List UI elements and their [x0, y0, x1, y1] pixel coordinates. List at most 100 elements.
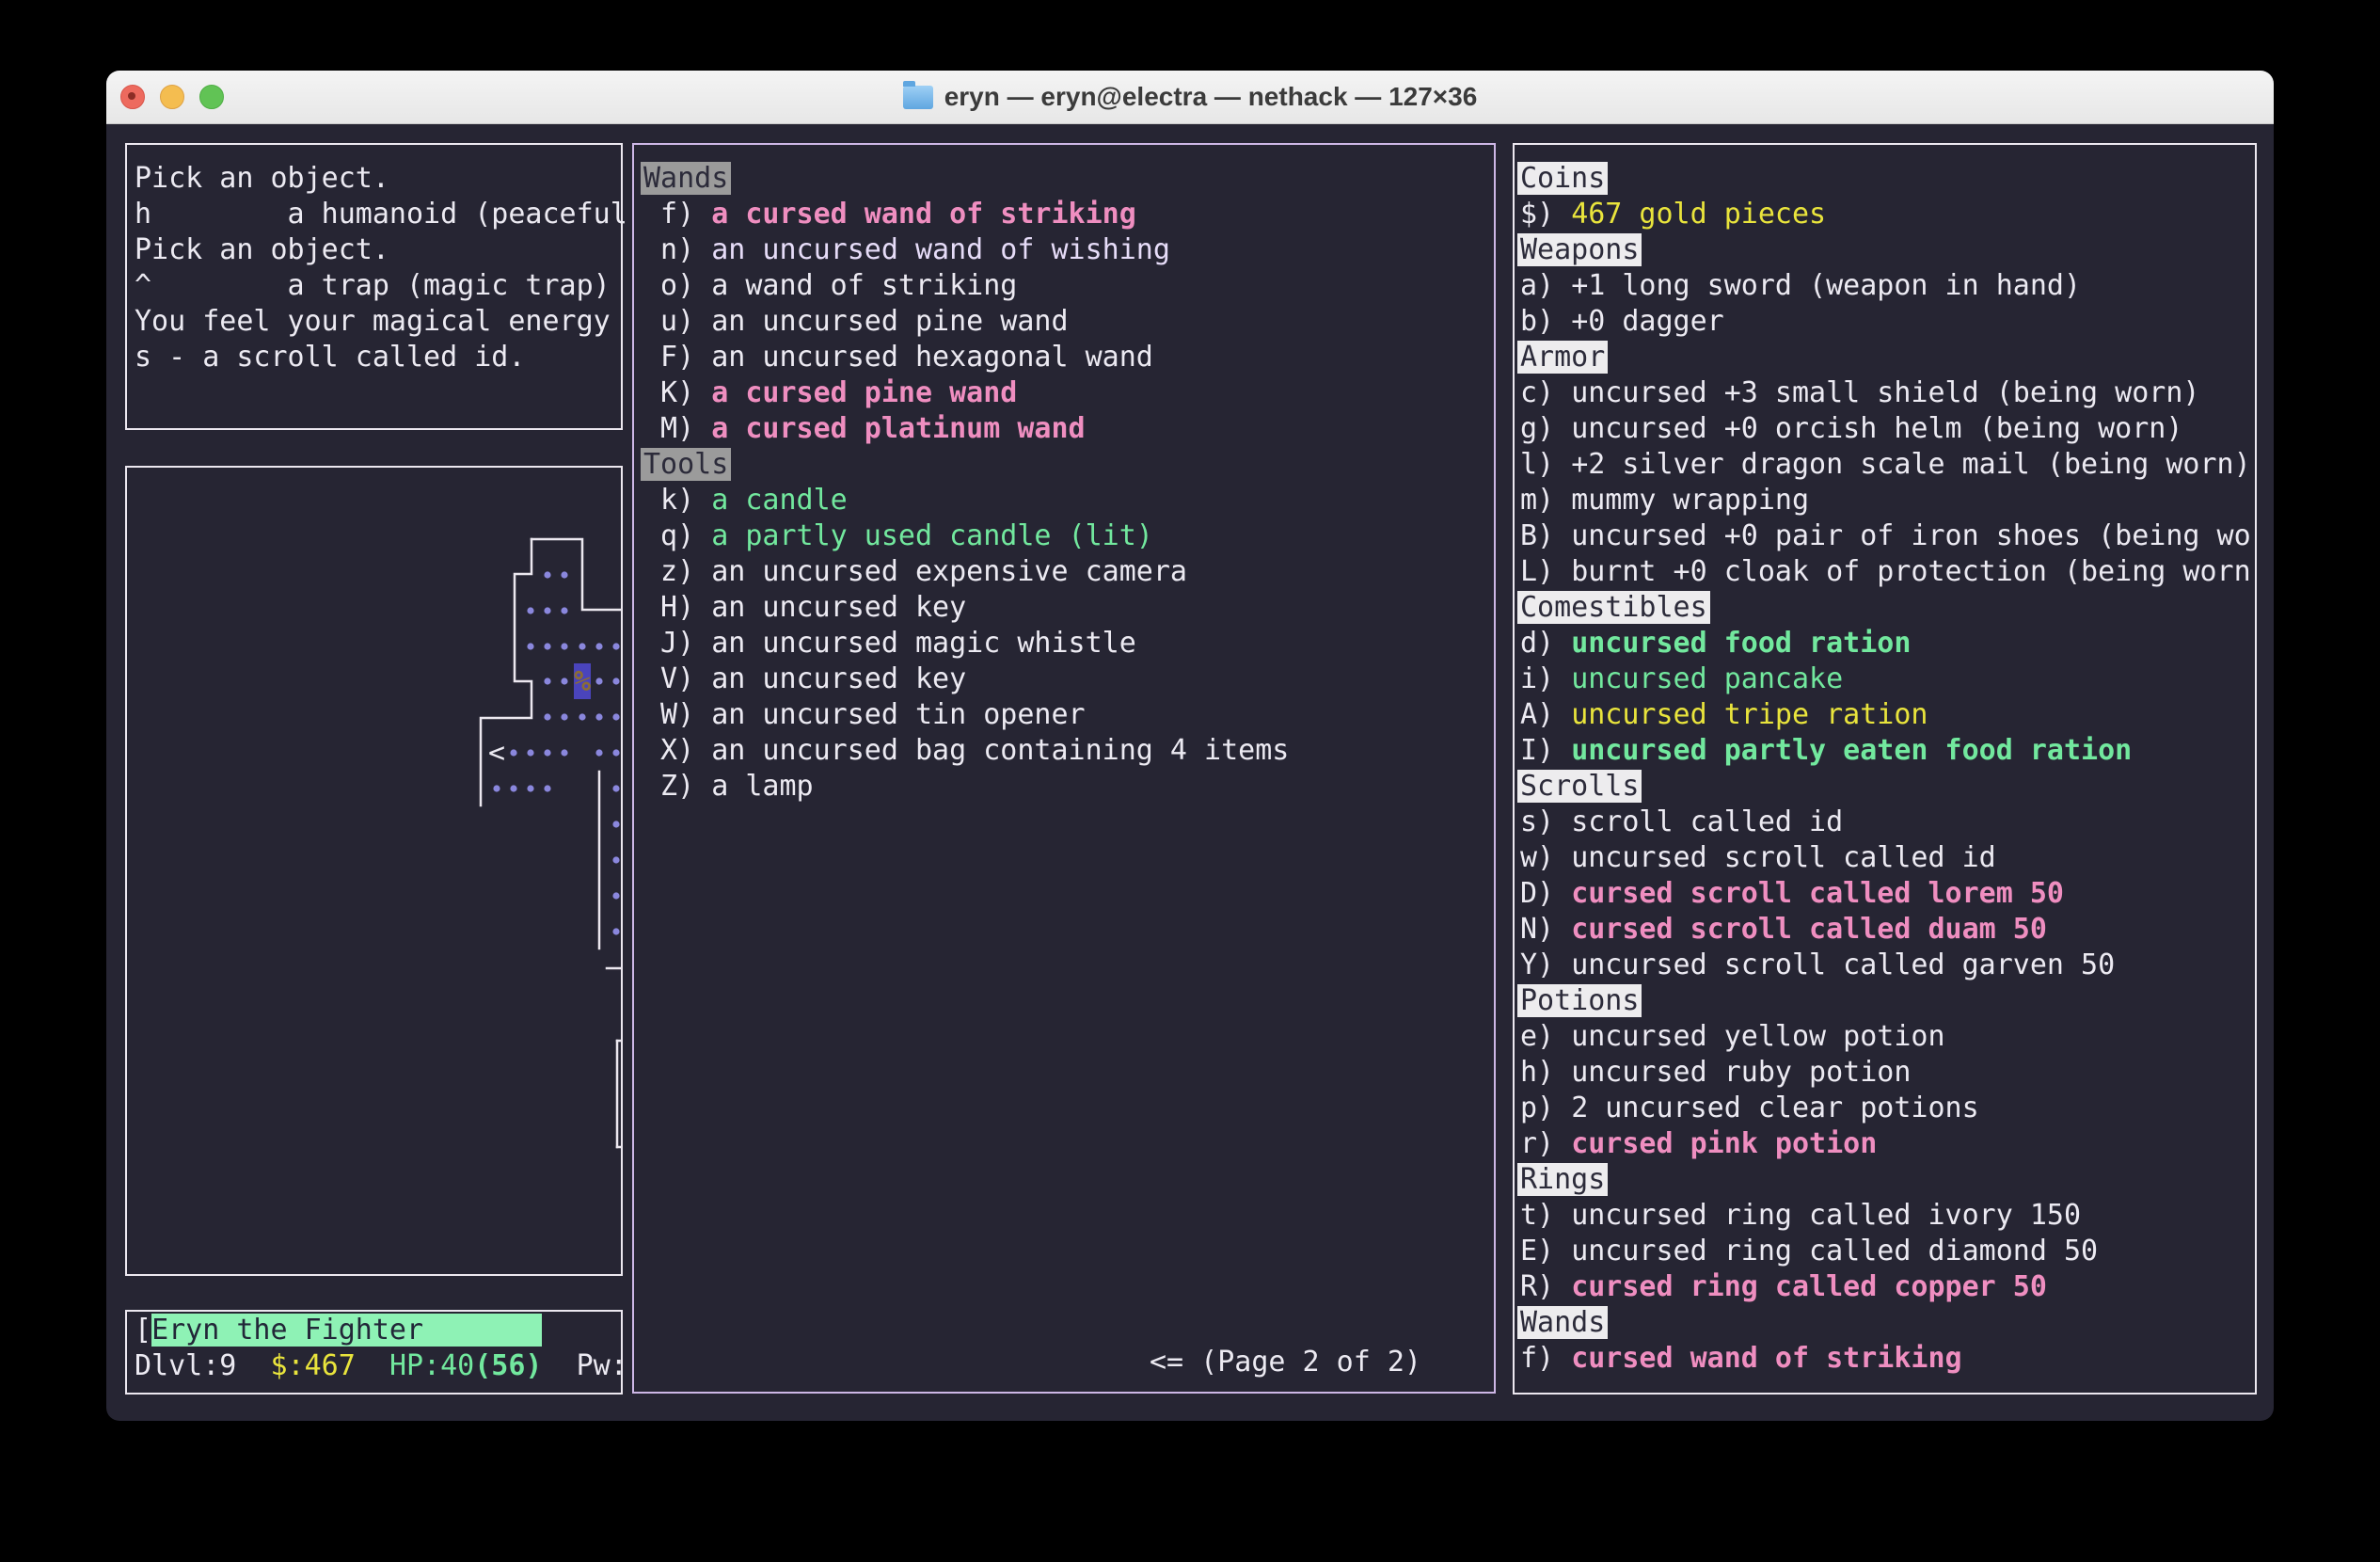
floor-dot	[612, 749, 619, 756]
bracket-glyph: [	[135, 1314, 151, 1347]
menu-item[interactable]: n) an uncursed wand of wishing	[643, 232, 1494, 268]
inventory-item[interactable]: e) uncursed yellow potion	[1520, 1019, 2255, 1055]
inventory-item[interactable]: N) cursed scroll called duam 50	[1520, 912, 2255, 948]
item-label: uncursed ring called diamond 50	[1571, 1235, 2098, 1267]
inventory-item[interactable]: h) uncursed ruby potion	[1520, 1055, 2255, 1091]
section-title: Weapons	[1517, 233, 1642, 266]
floor-dot	[612, 677, 619, 684]
inventory-item[interactable]: I) uncursed partly eaten food ration	[1520, 733, 2255, 769]
item-label: scroll called id	[1571, 805, 1843, 838]
item-key: z)	[643, 555, 711, 588]
menu-item[interactable]: u) an uncursed pine wand	[643, 304, 1494, 340]
inventory-item[interactable]: B) uncursed +0 pair of iron shoes (being…	[1520, 518, 2255, 554]
item-key: b)	[1520, 305, 1571, 338]
item-label: a candle	[711, 484, 848, 517]
inventory-item[interactable]: g) uncursed +0 orcish helm (being worn)	[1520, 411, 2255, 447]
map-panel: %<	[125, 466, 623, 1276]
inventory-item[interactable]: d) uncursed food ration	[1520, 626, 2255, 661]
menu-item[interactable]: J) an uncursed magic whistle	[643, 626, 1494, 661]
floor-dot	[527, 643, 533, 649]
item-key: Z)	[643, 770, 711, 803]
inventory-item[interactable]: w) uncursed scroll called id	[1520, 840, 2255, 876]
menu-item[interactable]: M) a cursed platinum wand	[643, 411, 1494, 447]
item-key: E)	[1520, 1235, 1571, 1267]
inventory-item[interactable]: D) cursed scroll called lorem 50	[1520, 876, 2255, 912]
item-label: uncursed pancake	[1571, 662, 1843, 695]
hit-points-max: (56)	[474, 1349, 542, 1382]
item-label: cursed scroll called duam 50	[1571, 913, 2047, 946]
inventory-item[interactable]: c) uncursed +3 small shield (being worn)	[1520, 375, 2255, 411]
inventory-item[interactable]: r) cursed pink potion	[1520, 1126, 2255, 1162]
menu-item[interactable]: Z) a lamp	[643, 769, 1494, 805]
dungeon-map[interactable]: %<	[127, 468, 621, 1274]
item-key: h)	[1520, 1056, 1571, 1089]
menu-item[interactable]: q) a partly used candle (lit)	[643, 518, 1494, 554]
floor-dot	[561, 677, 567, 684]
inventory-item[interactable]: p) 2 uncursed clear potions	[1520, 1091, 2255, 1126]
floor-dot	[612, 856, 619, 863]
folder-icon	[903, 86, 933, 109]
gold-amount: $:467	[271, 1349, 356, 1382]
item-label: uncursed food ration	[1571, 627, 1911, 660]
menu-item[interactable]: F) an uncursed hexagonal wand	[643, 340, 1494, 375]
terminal-window: eryn — eryn@electra — nethack — 127×36 P…	[106, 71, 2274, 1421]
item-label: a cursed platinum wand	[711, 412, 1085, 445]
item-key: f)	[1520, 1342, 1571, 1375]
menu-item[interactable]: K) a cursed pine wand	[643, 375, 1494, 411]
item-key: J)	[643, 627, 711, 660]
floor-dot	[561, 643, 567, 649]
menu-item[interactable]: V) an uncursed key	[643, 661, 1494, 697]
stairs-up-glyph[interactable]: <	[488, 737, 505, 770]
menu-item[interactable]: k) a candle	[643, 483, 1494, 518]
inventory-item[interactable]: f) cursed wand of striking	[1520, 1341, 2255, 1377]
menu-item[interactable]: o) a wand of striking	[643, 268, 1494, 304]
item-pile-glyph[interactable]: %	[574, 665, 591, 698]
item-key: R)	[1520, 1270, 1571, 1303]
message-line: s - a scroll called id.	[135, 340, 621, 375]
menu-item[interactable]: H) an uncursed key	[643, 590, 1494, 626]
item-key: $)	[1520, 198, 1571, 231]
inventory-item[interactable]: l) +2 silver dragon scale mail (being wo…	[1520, 447, 2255, 483]
inventory-item[interactable]: Y) uncursed scroll called garven 50	[1520, 948, 2255, 983]
menu-item[interactable]: f) a cursed wand of striking	[643, 197, 1494, 232]
inventory-item[interactable]: a) +1 long sword (weapon in hand)	[1520, 268, 2255, 304]
item-label: an uncursed wand of wishing	[711, 233, 1170, 266]
minimize-button[interactable]	[160, 85, 184, 109]
inventory-item[interactable]: $) 467 gold pieces	[1520, 197, 2255, 232]
floor-dot	[612, 821, 619, 827]
item-key: r)	[1520, 1127, 1571, 1160]
inventory-item[interactable]: b) +0 dagger	[1520, 304, 2255, 340]
inventory-item[interactable]: R) cursed ring called copper 50	[1520, 1269, 2255, 1305]
item-label: a lamp	[711, 770, 813, 803]
item-label: mummy wrapping	[1571, 484, 1809, 517]
inventory-item[interactable]: s) scroll called id	[1520, 805, 2255, 840]
item-key: l)	[1520, 448, 1571, 481]
inventory-item[interactable]: L) burnt +0 cloak of protection (being w…	[1520, 554, 2255, 590]
close-button[interactable]	[120, 85, 145, 109]
menu-item[interactable]: z) an uncursed expensive camera	[643, 554, 1494, 590]
item-label: an uncursed bag containing 4 items	[711, 734, 1289, 767]
zoom-button[interactable]	[199, 85, 224, 109]
inventory-item[interactable]: i) uncursed pancake	[1520, 661, 2255, 697]
item-label: an uncursed key	[711, 591, 966, 624]
menu-panel: Wands f) a cursed wand of striking n) an…	[632, 143, 1496, 1394]
inventory-item[interactable]: m) mummy wrapping	[1520, 483, 2255, 518]
inventory-item[interactable]: E) uncursed ring called diamond 50	[1520, 1234, 2255, 1269]
item-key: W)	[643, 698, 711, 731]
section-title: Armor	[1517, 341, 1608, 374]
menu-item[interactable]: X) an uncursed bag containing 4 items	[643, 733, 1494, 769]
item-label: an uncursed key	[711, 662, 966, 695]
inventory-item[interactable]: A) uncursed tripe ration	[1520, 697, 2255, 733]
status-stats-line: Dlvl:9 $:467 HP:40(56) Pw:	[135, 1348, 621, 1384]
page-indicator[interactable]: <= (Page 2 of 2)	[1150, 1345, 1421, 1380]
titlebar[interactable]: eryn — eryn@electra — nethack — 127×36	[106, 71, 2274, 124]
item-key: t)	[1520, 1199, 1571, 1232]
inventory-section-header: Weapons	[1520, 232, 2255, 268]
menu-item[interactable]: W) an uncursed tin opener	[643, 697, 1494, 733]
item-label: an uncursed pine wand	[711, 305, 1068, 338]
item-label: uncursed +0 pair of iron shoes (being wo	[1571, 519, 2250, 552]
inventory-item[interactable]: t) uncursed ring called ivory 150	[1520, 1198, 2255, 1234]
item-label: uncursed scroll called id	[1571, 841, 1996, 874]
item-label: a cursed pine wand	[711, 376, 1017, 409]
floor-dot	[612, 928, 619, 934]
